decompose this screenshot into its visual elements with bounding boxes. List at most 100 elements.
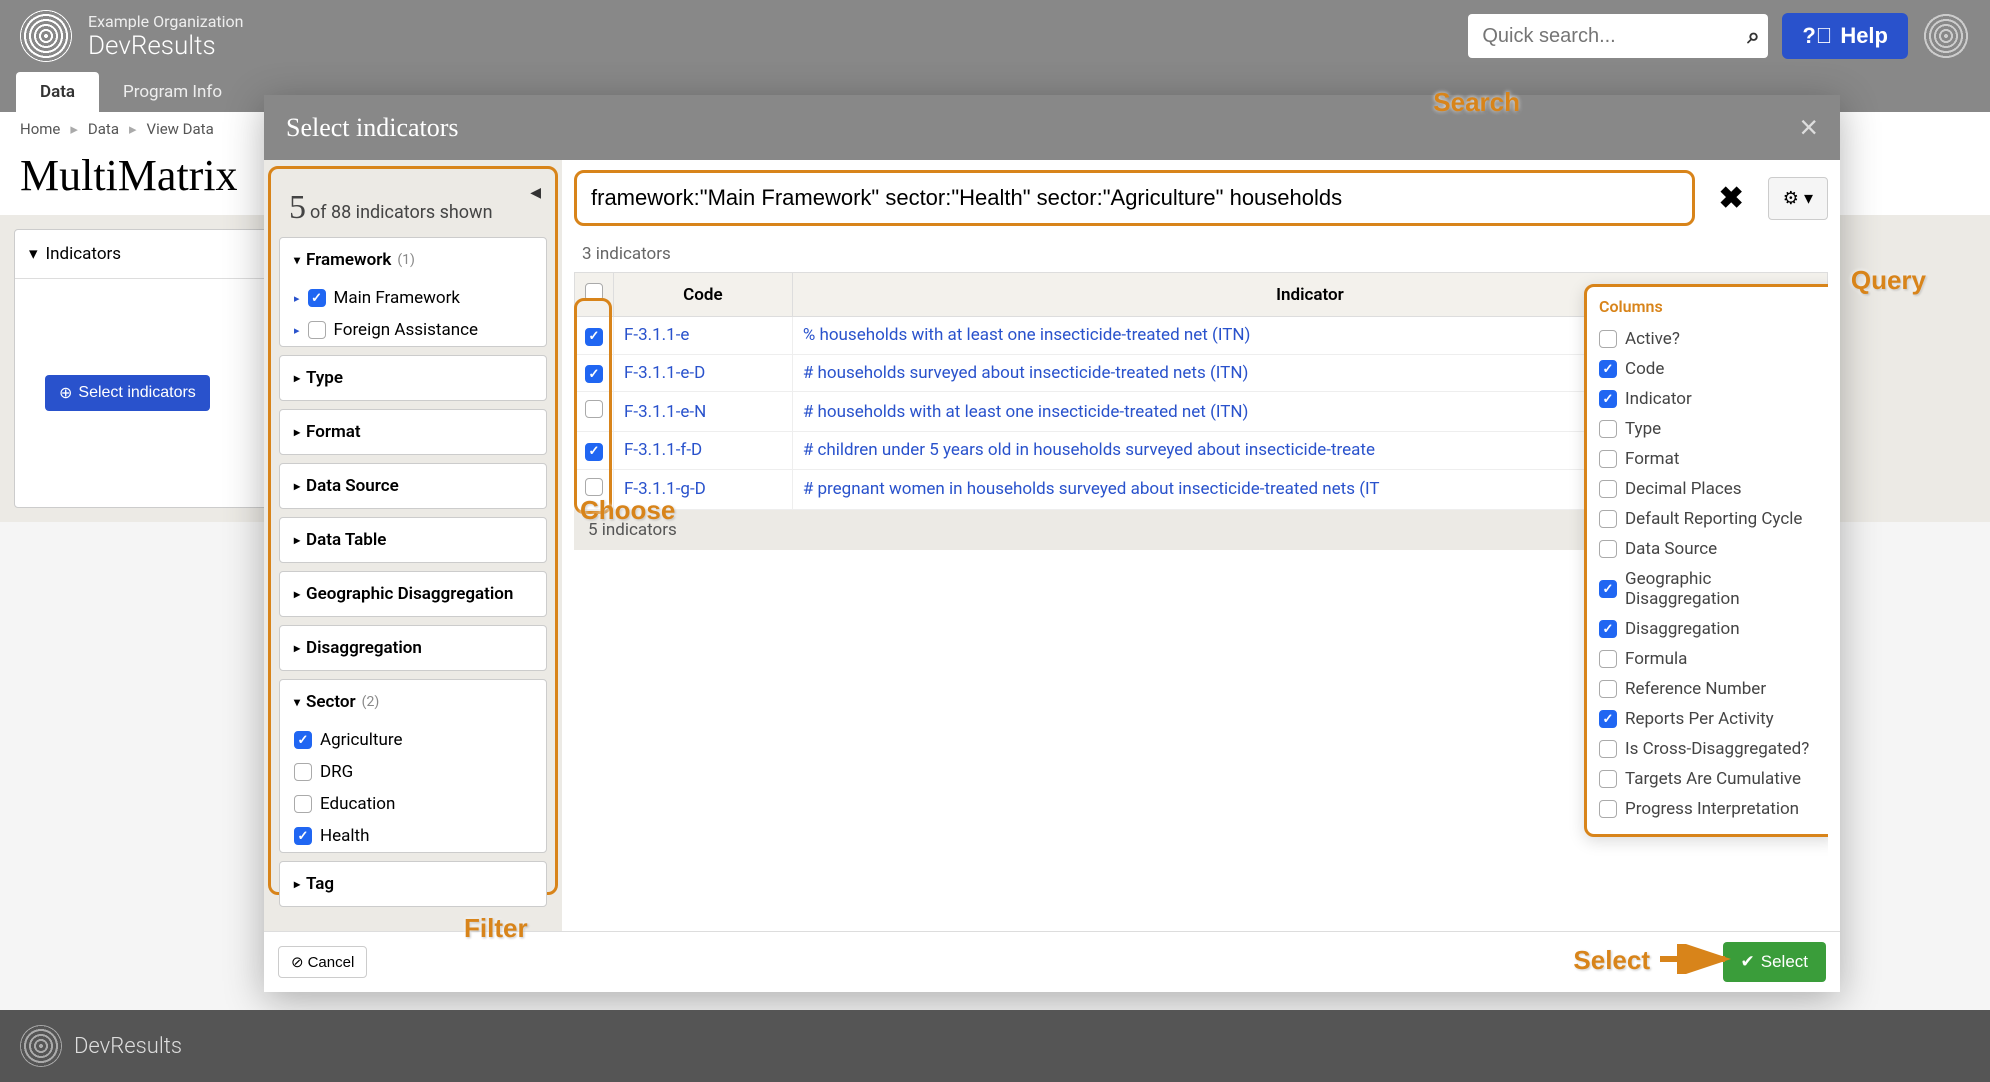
filter-group: ▾ Sector (2)✓Agriculture DRG Education ✓Hea… [279,679,547,853]
column-toggle-item[interactable]: Data Source [1599,534,1823,564]
column-checkbox[interactable]: ✓ [1599,390,1617,408]
gear-button[interactable]: ⚙ ▾ [1768,177,1828,220]
row-code[interactable]: F-3.1.1-e [614,317,793,355]
row-checkbox[interactable] [585,400,603,418]
column-toggle-item[interactable]: ✓Disaggregation [1599,614,1823,644]
filter-group: ▸ Disaggregation [279,625,547,671]
breadcrumb-item[interactable]: View Data [147,120,214,138]
filter-group: ▸ Data Table [279,517,547,563]
column-toggle-item[interactable]: Progress Interpretation [1599,794,1823,824]
caret-icon: ▸ [294,587,300,601]
column-toggle-item[interactable]: ✓ Code [1599,354,1823,384]
column-checkbox[interactable] [1599,420,1617,438]
column-checkbox[interactable]: ✓ [1599,360,1617,378]
filter-group: ▸ Type [279,355,547,401]
filter-group-label: Disaggregation [306,638,422,658]
filter-item-label: Education [320,794,395,814]
column-toggle-item[interactable]: Default Reporting Cycle [1599,504,1823,534]
filter-group-header[interactable]: ▸ Data Source [280,464,546,508]
row-code[interactable]: F-3.1.1-e-D [614,354,793,392]
column-checkbox[interactable] [1599,680,1617,698]
filter-group-header[interactable]: ▾ Sector (2) [280,680,546,724]
row-checkbox[interactable]: ✓ [585,365,603,383]
query-input[interactable] [583,179,1686,217]
column-toggle-item[interactable]: Is Cross-Disaggregated? [1599,734,1823,764]
filter-item[interactable]: ✓Agriculture [280,724,546,756]
column-checkbox[interactable]: ✓ [1599,620,1617,638]
column-checkbox[interactable] [1599,770,1617,788]
filter-group-header[interactable]: ▸ Tag [280,862,546,906]
search-icon[interactable]: ⌕ [1747,24,1759,49]
help-button[interactable]: ?⃝ Help [1782,13,1908,59]
columns-popover-title: Columns [1599,297,1823,316]
row-code[interactable]: F-3.1.1-g-D [614,469,793,509]
query-search-box[interactable] [574,170,1695,226]
column-checkbox[interactable] [1599,330,1617,348]
row-code[interactable]: F-3.1.1-e-N [614,392,793,432]
column-header-code[interactable]: Code [614,273,793,317]
select-all-checkbox[interactable] [585,283,603,301]
column-toggle-item[interactable]: Decimal Places [1599,474,1823,504]
row-code[interactable]: F-3.1.1-f-D [614,432,793,470]
column-toggle-item[interactable]: Formula [1599,644,1823,674]
column-label: Code [1625,359,1664,379]
filter-group-header[interactable]: ▸ Type [280,356,546,400]
quick-search-box[interactable]: ⌕ [1468,14,1768,58]
select-button[interactable]: ✔ Select [1723,942,1827,982]
filter-checkbox[interactable] [294,763,312,781]
expand-caret-icon[interactable]: ▸ [294,292,300,305]
filter-group-header[interactable]: ▸ Disaggregation [280,626,546,670]
breadcrumb-item[interactable]: Home [20,120,60,138]
quick-search-input[interactable] [1482,25,1747,48]
chevron-right-icon: ▸ [129,120,137,138]
row-checkbox[interactable] [585,478,603,496]
column-toggle-item[interactable]: Format [1599,444,1823,474]
filter-group-header[interactable]: ▾ Framework (1) [280,238,546,282]
filter-checkbox[interactable] [308,321,326,339]
filter-checkbox[interactable]: ✓ [308,289,326,307]
breadcrumb-item[interactable]: Data [88,120,119,138]
filter-item[interactable]: ▸ ✓ Main Framework [280,282,546,314]
filter-item-label: Main Framework [334,288,460,308]
column-checkbox[interactable] [1599,480,1617,498]
column-checkbox[interactable]: ✓ [1599,580,1617,598]
column-label: Reference Number [1625,679,1766,699]
clear-search-icon[interactable]: ✖ [1705,181,1758,216]
column-checkbox[interactable] [1599,540,1617,558]
column-toggle-item[interactable]: ✓Reports Per Activity [1599,704,1823,734]
globe-icon[interactable] [1922,12,1970,60]
column-checkbox[interactable] [1599,650,1617,668]
column-toggle-item[interactable]: Type [1599,414,1823,444]
filter-item[interactable]: DRG [280,756,546,788]
column-checkbox[interactable] [1599,450,1617,468]
filter-group-header[interactable]: ▸ Format [280,410,546,454]
filter-item[interactable]: Education [280,788,546,820]
column-toggle-item[interactable]: ✓Indicator [1599,384,1823,414]
filter-checkbox[interactable]: ✓ [294,731,312,749]
collapse-caret-icon[interactable]: ◀ [530,185,541,201]
column-checkbox[interactable]: ✓ [1599,710,1617,728]
filter-checkbox[interactable] [294,795,312,813]
filter-group-header[interactable]: ▸ Data Table [280,518,546,562]
expand-caret-icon[interactable]: ▸ [294,324,300,337]
filter-checkbox[interactable]: ✓ [294,827,312,845]
close-icon[interactable]: × [1799,109,1818,146]
filter-item[interactable]: ✓Health [280,820,546,852]
column-toggle-item[interactable]: Active? [1599,324,1823,354]
cancel-button[interactable]: ⊘ Cancel [278,946,367,978]
column-checkbox[interactable] [1599,510,1617,528]
column-toggle-item[interactable]: Targets Are Cumulative [1599,764,1823,794]
column-toggle-item[interactable]: Reference Number [1599,674,1823,704]
select-indicators-button[interactable]: ⊕ Select indicators [45,375,210,411]
filter-group-label: Format [306,422,361,442]
column-checkbox[interactable] [1599,800,1617,818]
filter-item[interactable]: ▸Foreign Assistance [280,314,546,346]
column-toggle-item[interactable]: ✓Geographic Disaggregation [1599,564,1823,614]
filter-group-header[interactable]: ▸ Geographic Disaggregation [280,572,546,616]
row-checkbox[interactable]: ✓ [585,328,603,346]
filter-item-label: DRG [320,762,353,782]
row-checkbox[interactable]: ✓ [585,443,603,461]
tab-data[interactable]: Data [16,72,99,112]
column-checkbox[interactable] [1599,740,1617,758]
tab-program-info[interactable]: Program Info [99,72,246,112]
